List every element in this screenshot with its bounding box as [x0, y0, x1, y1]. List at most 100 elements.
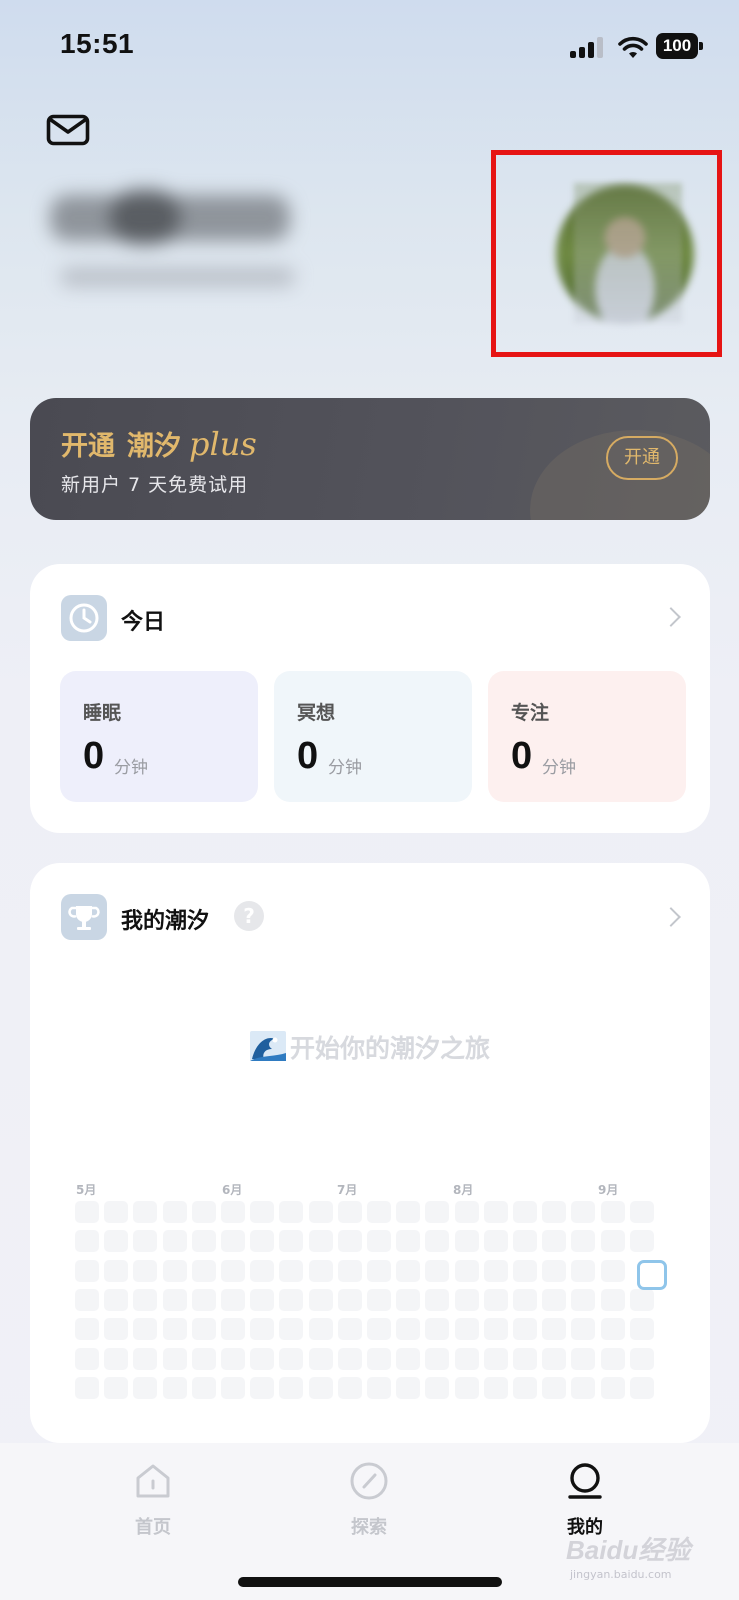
heatmap-cell [104, 1259, 129, 1282]
heatmap-cell [454, 1347, 479, 1370]
heatmap-cell [396, 1288, 421, 1311]
heatmap-cell [279, 1259, 304, 1282]
heatmap-cell [75, 1259, 99, 1282]
heatmap-cell [513, 1201, 537, 1223]
heatmap-cell [571, 1230, 596, 1253]
plus-membership-banner[interactable]: 开通 潮汐 plus 新用户 7 天免费试用 开通 [30, 398, 710, 520]
heatmap-cell [483, 1318, 508, 1341]
heatmap-cell [75, 1288, 99, 1311]
heatmap-cell [104, 1230, 129, 1253]
heatmap-cell [162, 1376, 187, 1399]
heatmap-cell [513, 1259, 537, 1282]
heatmap-cell [133, 1318, 158, 1341]
heatmap-cell [542, 1376, 567, 1399]
heatmap-cell [454, 1201, 479, 1223]
heatmap-cell [600, 1230, 625, 1253]
heatmap-cell [483, 1347, 508, 1370]
profile-icon [568, 1463, 602, 1499]
heatmap-cell [454, 1376, 479, 1399]
heatmap-cell [396, 1230, 421, 1253]
heatmap-cell [396, 1347, 421, 1370]
heatmap-cell [600, 1259, 625, 1282]
heatmap-cell [133, 1259, 158, 1282]
heatmap-cell [250, 1201, 275, 1223]
heatmap-cell [600, 1347, 625, 1370]
heatmap-cell [367, 1230, 391, 1253]
heatmap-cell [75, 1376, 99, 1399]
heatmap-cell [133, 1347, 158, 1370]
heatmap-cell [542, 1347, 567, 1370]
heatmap-cell [104, 1376, 129, 1399]
heatmap-cell [75, 1230, 99, 1253]
heatmap-cell [104, 1347, 129, 1370]
profile-name-blurred[interactable] [50, 185, 300, 305]
heatmap-cell [250, 1259, 275, 1282]
help-icon[interactable]: ? [234, 901, 264, 931]
today-card[interactable]: 今日 睡眠 0 分钟 冥想 0 分钟 专注 0 分钟 [30, 564, 710, 833]
heatmap-cell [337, 1230, 362, 1253]
heatmap-cell [425, 1259, 450, 1282]
heatmap-cell [308, 1347, 333, 1370]
chevron-right-icon[interactable] [661, 607, 681, 627]
mail-icon[interactable] [46, 114, 90, 146]
heatmap-cell [513, 1288, 537, 1311]
heatmap-cell [454, 1288, 479, 1311]
heatmap-cell [425, 1230, 450, 1253]
heatmap-cell [162, 1288, 187, 1311]
heatmap-cell [162, 1201, 187, 1223]
heatmap-cell [191, 1376, 216, 1399]
tab-home[interactable]: 首页 [93, 1461, 213, 1539]
open-plus-button[interactable]: 开通 [606, 436, 678, 480]
heatmap-cell [425, 1288, 450, 1311]
month-label: 8月 [453, 1183, 474, 1197]
stat-meditation[interactable]: 冥想 0 分钟 [274, 671, 472, 802]
heatmap-cell [367, 1259, 391, 1282]
heatmap-cell [571, 1376, 596, 1399]
tab-explore[interactable]: 探索 [309, 1461, 429, 1539]
battery-icon: 100 [656, 33, 703, 59]
heatmap-cell [308, 1318, 333, 1341]
heatmap-cell [221, 1288, 245, 1311]
my-tide-card[interactable]: 我的潮汐 ? 开始你的潮汐之旅 5月 6月 7月 8月 9月 [30, 863, 710, 1443]
plus-banner-title: 开通 潮汐 plus [61, 425, 257, 463]
heatmap-cell [250, 1376, 275, 1399]
tab-profile[interactable]: 我的 [525, 1461, 645, 1539]
watermark: Baidu经验 [566, 1535, 691, 1565]
heatmap-cell [542, 1259, 567, 1282]
heatmap-cell [483, 1376, 508, 1399]
heatmap-cell [513, 1230, 537, 1253]
heatmap-cell [133, 1288, 158, 1311]
stat-sleep[interactable]: 睡眠 0 分钟 [60, 671, 258, 802]
today-cell[interactable] [637, 1260, 667, 1290]
heatmap-cell [571, 1201, 596, 1223]
month-label: 6月 [222, 1183, 243, 1197]
heatmap-cell [279, 1318, 304, 1341]
heatmap-cell [308, 1259, 333, 1282]
heatmap-cell [191, 1259, 216, 1282]
heatmap-cell [483, 1259, 508, 1282]
month-label: 7月 [337, 1183, 358, 1197]
compass-icon [350, 1462, 388, 1500]
chevron-right-icon[interactable] [661, 907, 681, 927]
month-label: 5月 [76, 1183, 97, 1197]
heatmap-cell [104, 1318, 129, 1341]
heatmap-cell [279, 1347, 304, 1370]
heatmap-cell [629, 1230, 654, 1253]
heatmap-cell [162, 1259, 187, 1282]
heatmap-cell [308, 1376, 333, 1399]
heatmap-cell [571, 1259, 596, 1282]
heatmap-cell [191, 1288, 216, 1311]
heatmap-cell [162, 1230, 187, 1253]
heatmap-cell [337, 1201, 362, 1223]
heatmap-cell [221, 1230, 245, 1253]
heatmap-cell [308, 1201, 333, 1223]
stat-focus[interactable]: 专注 0 分钟 [488, 671, 686, 802]
heatmap-cell [454, 1230, 479, 1253]
heatmap-cell [221, 1201, 245, 1223]
heatmap-cell [629, 1201, 654, 1223]
heatmap-cell [75, 1347, 99, 1370]
heatmap-cell [513, 1318, 537, 1341]
home-indicator [238, 1577, 502, 1587]
heatmap-cell [483, 1201, 508, 1223]
wave-icon [249, 1031, 286, 1061]
